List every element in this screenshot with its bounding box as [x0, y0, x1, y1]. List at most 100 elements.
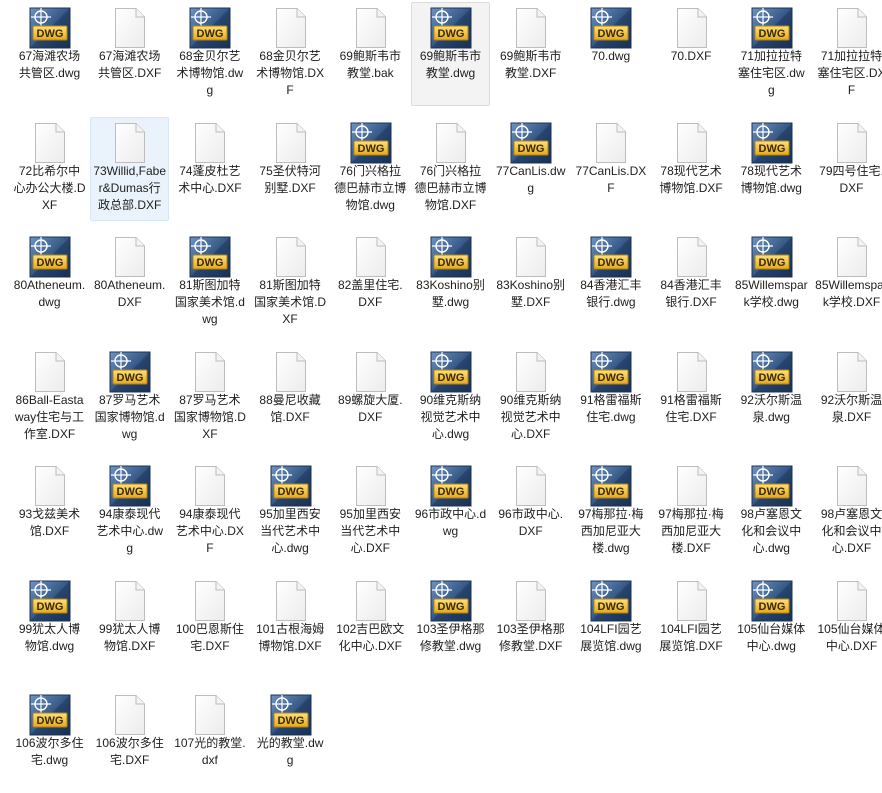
file-item[interactable]: DWG 97梅那拉·梅西加尼亚大楼.dwg — [571, 460, 650, 564]
file-name-label: 81斯图加特国家美术馆.DXF — [254, 278, 327, 326]
file-item[interactable]: 70.DXF — [652, 2, 731, 106]
file-item[interactable]: 89螺旋大厦.DXF — [331, 346, 410, 450]
file-name-label: 74蓬皮杜艺术中心.DXF — [178, 163, 242, 195]
file-item[interactable]: 87罗马艺术国家博物馆.DXF — [170, 346, 249, 450]
svg-text:DWG: DWG — [117, 372, 144, 384]
file-item[interactable]: 107光的教堂.dxf — [170, 689, 249, 793]
file-item[interactable]: 78现代艺术博物馆.DXF — [652, 117, 731, 221]
file-item[interactable]: DWG 87罗马艺术国家博物馆.dwg — [90, 346, 169, 450]
file-item[interactable]: DWG 84香港汇丰银行.dwg — [571, 231, 650, 335]
file-name-label: 99犹太人博物馆.DXF — [99, 621, 161, 653]
file-item[interactable]: 86Ball-Eastaway住宅与工作室.DXF — [10, 346, 89, 450]
file-item[interactable]: 68金贝尔艺术博物馆.DXF — [251, 2, 330, 106]
file-item[interactable]: 100巴恩斯住宅.DXF — [170, 575, 249, 679]
file-name-label: 71加拉拉特塞住宅区.DXF — [817, 49, 882, 97]
file-item[interactable]: 80Atheneum.DXF — [90, 231, 169, 335]
svg-text:DWG: DWG — [758, 372, 785, 384]
file-item[interactable]: 79四号住宅.DXF — [812, 117, 882, 221]
file-name-label: 98卢塞恩文化和会议中心.DXF — [820, 507, 882, 555]
file-item[interactable]: 103圣伊格那修教堂.DXF — [491, 575, 570, 679]
file-item[interactable]: DWG 71加拉拉特塞住宅区.dwg — [732, 2, 811, 106]
file-item[interactable]: 105仙台媒体中心.DXF — [812, 575, 882, 679]
file-name-label: 107光的教堂.dxf — [174, 736, 246, 767]
file-item[interactable]: DWG 103圣伊格那修教堂.dwg — [411, 575, 490, 679]
file-item[interactable]: 71加拉拉特塞住宅区.DXF — [812, 2, 882, 106]
file-name-label: 89螺旋大厦.DXF — [337, 392, 403, 424]
file-item[interactable]: DWG 104LFI园艺展览馆.dwg — [571, 575, 650, 679]
svg-text:DWG: DWG — [438, 257, 465, 269]
file-item[interactable]: DWG 92沃尔斯温泉.dwg — [732, 346, 811, 450]
file-item[interactable]: 101古根海姆博物馆.DXF — [251, 575, 330, 679]
file-item[interactable]: 104LFI园艺展览馆.DXF — [652, 575, 731, 679]
file-item[interactable]: DWG 80Atheneum.dwg — [10, 231, 89, 335]
dwg-icon: DWG — [751, 580, 793, 622]
file-item[interactable]: DWG 95加里西安当代艺术中心.dwg — [251, 460, 330, 564]
file-name-label: 102吉巴欧文化中心.DXF — [336, 621, 405, 653]
file-item[interactable]: DWG 70.dwg — [571, 2, 650, 106]
file-item[interactable]: 84香港汇丰银行.DXF — [652, 231, 731, 335]
file-item[interactable]: DWG 76门兴格拉德巴赫市立博物馆.dwg — [331, 117, 410, 221]
file-name-label: 97梅那拉·梅西加尼亚大楼.dwg — [578, 507, 644, 555]
file-item[interactable]: 82盖里住宅.DXF — [331, 231, 410, 335]
file-item[interactable]: 97梅那拉·梅西加尼亚大楼.DXF — [652, 460, 731, 564]
file-item[interactable]: DWG 83Koshino别墅.dwg — [411, 231, 490, 335]
file-item[interactable]: 94康泰现代艺术中心.DXF — [170, 460, 249, 564]
file-item[interactable]: 102吉巴欧文化中心.DXF — [331, 575, 410, 679]
file-item[interactable]: 98卢塞恩文化和会议中心.DXF — [812, 460, 882, 564]
dwg-icon: DWG — [270, 465, 312, 507]
file-name-label: 96市政中心.dwg — [414, 507, 487, 538]
file-item[interactable]: 73Willid,Faber&Dumas行政总部.DXF — [90, 116, 170, 221]
file-name-label: 93戈兹美术馆.DXF — [18, 507, 81, 538]
file-item[interactable]: 74蓬皮杜艺术中心.DXF — [170, 117, 249, 221]
svg-text:DWG: DWG — [357, 143, 384, 155]
dwg-icon: DWG — [189, 236, 231, 278]
file-item[interactable]: 81斯图加特国家美术馆.DXF — [251, 231, 330, 335]
dwg-icon: DWG — [29, 7, 71, 49]
file-item[interactable]: DWG 94康泰现代艺术中心.dwg — [90, 460, 169, 564]
file-item[interactable]: DWG 光的教堂.dwg — [251, 689, 330, 793]
dxf-file-icon — [270, 122, 312, 164]
file-name-label: 84香港汇丰银行.DXF — [660, 278, 722, 309]
file-item[interactable]: 67海滩农场共管区.DXF — [90, 2, 169, 106]
file-item[interactable]: 77CanLis.DXF — [571, 117, 650, 221]
file-item[interactable]: DWG 69鲍斯韦市教堂.dwg — [411, 2, 490, 106]
file-item[interactable]: DWG 77CanLis.dwg — [491, 117, 570, 221]
file-item[interactable]: DWG 81斯图加特国家美术馆.dwg — [170, 231, 249, 335]
file-name-label: 92沃尔斯温泉.DXF — [820, 392, 882, 424]
dxf-file-icon — [109, 122, 151, 164]
file-item[interactable]: DWG 96市政中心.dwg — [411, 460, 490, 564]
file-item[interactable]: DWG 105仙台媒体中心.dwg — [732, 575, 811, 679]
file-item[interactable]: 72比希尔中心办公大楼.DXF — [10, 117, 89, 221]
file-item[interactable]: 85Willemspark学校.DXF — [812, 231, 882, 335]
svg-text:DWG: DWG — [277, 715, 304, 727]
file-item[interactable]: 75圣伏特河别墅.DXF — [251, 117, 330, 221]
file-item[interactable]: DWG 90维克斯纳视觉艺术中心.dwg — [411, 346, 490, 450]
file-item[interactable]: 96市政中心.DXF — [491, 460, 570, 564]
file-item[interactable]: DWG 67海滩农场共管区.dwg — [10, 2, 89, 106]
file-item[interactable]: DWG 99犹太人博物馆.dwg — [10, 575, 89, 679]
file-item[interactable]: 91格雷福斯住宅.DXF — [652, 346, 731, 450]
file-item[interactable]: 76门兴格拉德巴赫市立博物馆.DXF — [411, 117, 490, 221]
file-item[interactable]: 106波尔多住宅.DXF — [90, 689, 169, 793]
file-item[interactable]: 88曼尼收藏馆.DXF — [251, 346, 330, 450]
file-name-label: 100巴恩斯住宅.DXF — [175, 621, 244, 653]
file-item[interactable]: 93戈兹美术馆.DXF — [10, 460, 89, 564]
file-item[interactable]: 69鲍斯韦市教堂.bak — [331, 2, 410, 106]
svg-text:DWG: DWG — [277, 486, 304, 498]
file-item[interactable]: 69鲍斯韦市教堂.DXF — [491, 2, 570, 106]
file-item[interactable]: 90维克斯纳视觉艺术中心.DXF — [491, 346, 570, 450]
file-item[interactable]: 99犹太人博物馆.DXF — [90, 575, 169, 679]
file-item[interactable]: DWG 78现代艺术博物馆.dwg — [732, 117, 811, 221]
file-name-label: 85Willemspark学校.DXF — [815, 278, 882, 309]
file-item[interactable]: DWG 85Willemspark学校.dwg — [732, 231, 811, 335]
file-item[interactable]: 83Koshino别墅.DXF — [491, 231, 570, 335]
file-item[interactable]: DWG 68金贝尔艺术博物馆.dwg — [170, 2, 249, 106]
dwg-icon: DWG — [270, 694, 312, 736]
file-item[interactable]: 95加里西安当代艺术中心.DXF — [331, 460, 410, 564]
file-item[interactable]: DWG 91格雷福斯住宅.dwg — [571, 346, 650, 450]
file-item[interactable]: DWG 106波尔多住宅.dwg — [10, 689, 89, 793]
dwg-icon: DWG — [510, 122, 552, 164]
file-name-label: 92沃尔斯温泉.dwg — [740, 392, 802, 424]
file-item[interactable]: 92沃尔斯温泉.DXF — [812, 346, 882, 450]
file-item[interactable]: DWG 98卢塞恩文化和会议中心.dwg — [732, 460, 811, 564]
